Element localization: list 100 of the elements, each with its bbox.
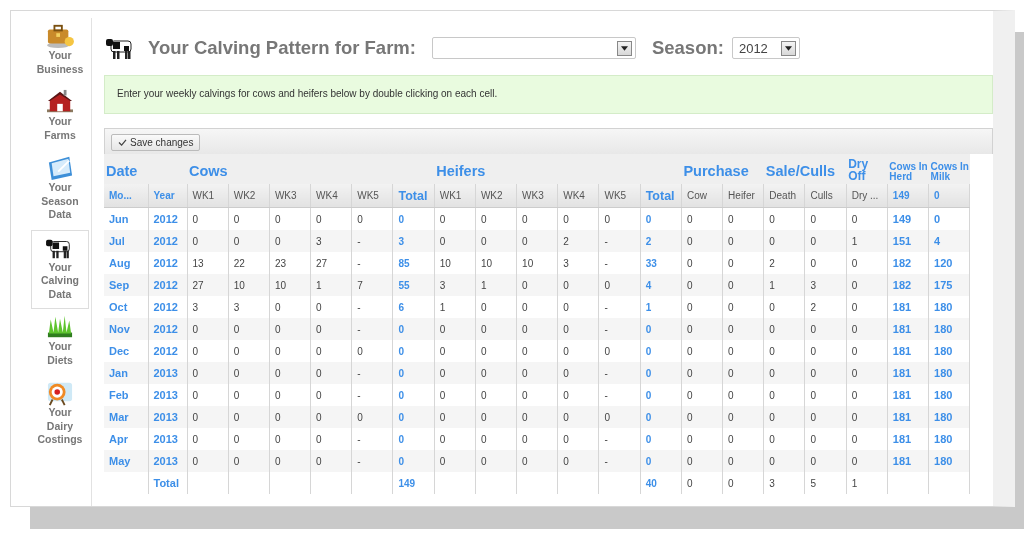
table-cell[interactable]: 1 bbox=[846, 472, 888, 494]
table-cell[interactable]: 0 bbox=[434, 450, 476, 472]
table-cell[interactable]: 0 bbox=[310, 450, 352, 472]
table-cell[interactable]: 0 bbox=[763, 428, 805, 450]
table-cell[interactable]: 0 bbox=[763, 384, 805, 406]
table-cell[interactable]: 0 bbox=[722, 450, 764, 472]
table-cell[interactable]: 0 bbox=[681, 362, 723, 384]
table-cell[interactable]: 0 bbox=[310, 428, 352, 450]
table-cell[interactable]: 0 bbox=[681, 472, 723, 494]
table-cell[interactable]: - bbox=[351, 428, 393, 450]
table-cell[interactable]: 0 bbox=[516, 384, 558, 406]
table-cell[interactable]: 0 bbox=[516, 362, 558, 384]
table-cell[interactable]: 13 bbox=[187, 252, 229, 274]
table-cell[interactable]: 0 bbox=[557, 340, 599, 362]
column-header[interactable]: WK5 bbox=[351, 184, 393, 208]
table-cell[interactable]: 0 bbox=[846, 296, 888, 318]
table-cell[interactable]: 0 bbox=[187, 406, 229, 428]
sidebar-item[interactable]: Your Farms bbox=[31, 84, 89, 150]
table-cell[interactable]: - bbox=[598, 252, 641, 274]
table-cell[interactable]: 0 bbox=[640, 428, 682, 450]
table-cell[interactable]: 0 bbox=[269, 362, 311, 384]
table-cell[interactable]: 0 bbox=[228, 406, 270, 428]
table-cell[interactable]: 0 bbox=[722, 230, 764, 252]
table-cell[interactable]: 0 bbox=[269, 428, 311, 450]
table-cell[interactable]: 0 bbox=[269, 296, 311, 318]
table-cell[interactable]: 0 bbox=[846, 428, 888, 450]
column-header[interactable]: WK3 bbox=[516, 184, 558, 208]
table-cell[interactable]: 0 bbox=[310, 362, 352, 384]
column-header[interactable]: Dry ... bbox=[846, 184, 888, 208]
column-header[interactable]: Culls bbox=[805, 184, 847, 208]
table-cell[interactable]: 0 bbox=[557, 450, 599, 472]
table-cell[interactable]: 0 bbox=[434, 340, 476, 362]
table-cell[interactable]: 27 bbox=[310, 252, 352, 274]
table-cell[interactable]: 0 bbox=[351, 406, 393, 428]
table-cell[interactable]: - bbox=[351, 362, 393, 384]
table-cell[interactable]: 0 bbox=[310, 296, 352, 318]
table-cell[interactable]: 0 bbox=[434, 384, 476, 406]
table-cell[interactable]: 1 bbox=[475, 274, 517, 296]
table-cell[interactable]: 0 bbox=[310, 318, 352, 340]
table-cell[interactable]: 0 bbox=[557, 274, 599, 296]
table-cell[interactable]: 0 bbox=[475, 428, 517, 450]
table-cell[interactable]: 1 bbox=[763, 274, 805, 296]
farm-dropdown[interactable] bbox=[431, 37, 636, 59]
table-cell[interactable]: - bbox=[351, 252, 393, 274]
table-cell[interactable]: 0 bbox=[763, 406, 805, 428]
table-cell[interactable]: - bbox=[598, 230, 641, 252]
table-cell[interactable]: 0 bbox=[516, 406, 558, 428]
table-cell[interactable]: 2 bbox=[763, 252, 805, 274]
table-cell[interactable]: 2 bbox=[557, 230, 599, 252]
table-cell[interactable]: 0 bbox=[763, 230, 805, 252]
table-cell[interactable]: 0 bbox=[434, 406, 476, 428]
column-header[interactable]: WK1 bbox=[434, 184, 476, 208]
table-cell[interactable]: 0 bbox=[681, 340, 723, 362]
table-cell[interactable]: 0 bbox=[516, 428, 558, 450]
sidebar-item[interactable]: Your Diets bbox=[31, 309, 89, 375]
table-cell[interactable]: 10 bbox=[475, 252, 517, 274]
column-header[interactable]: Cow bbox=[681, 184, 723, 208]
table-cell[interactable]: 0 bbox=[681, 274, 723, 296]
table-cell[interactable]: 0 bbox=[557, 428, 599, 450]
table-cell[interactable]: 0 bbox=[269, 450, 311, 472]
table-cell[interactable]: 10 bbox=[269, 274, 311, 296]
table-cell[interactable]: 0 bbox=[187, 318, 229, 340]
table-cell[interactable]: 0 bbox=[557, 384, 599, 406]
table-cell[interactable]: 10 bbox=[434, 252, 476, 274]
table-cell[interactable]: 0 bbox=[681, 450, 723, 472]
table-cell[interactable]: 0 bbox=[475, 450, 517, 472]
table-cell[interactable]: 3 bbox=[763, 472, 805, 494]
table-cell[interactable]: 0 bbox=[805, 428, 847, 450]
table-cell[interactable]: - bbox=[351, 450, 393, 472]
table-cell[interactable]: 0 bbox=[516, 274, 558, 296]
table-cell[interactable]: 0 bbox=[681, 318, 723, 340]
column-header[interactable]: WK1 bbox=[187, 184, 229, 208]
table-cell[interactable]: 0 bbox=[228, 384, 270, 406]
save-button[interactable]: Save changes bbox=[111, 134, 201, 151]
table-cell[interactable]: 0 bbox=[187, 362, 229, 384]
column-header[interactable]: WK4 bbox=[310, 184, 352, 208]
table-cell[interactable]: 0 bbox=[228, 230, 270, 252]
table-cell[interactable]: 0 bbox=[722, 296, 764, 318]
table-cell[interactable]: 23 bbox=[269, 252, 311, 274]
table-cell[interactable]: 0 bbox=[598, 406, 641, 428]
table-cell[interactable]: 10 bbox=[228, 274, 270, 296]
table-cell[interactable]: - bbox=[351, 296, 393, 318]
column-header[interactable]: WK5 bbox=[598, 184, 641, 208]
table-cell[interactable]: 0 bbox=[187, 428, 229, 450]
table-cell[interactable]: 0 bbox=[228, 362, 270, 384]
table-cell[interactable]: 0 bbox=[475, 406, 517, 428]
table-cell[interactable]: 0 bbox=[434, 428, 476, 450]
table-cell[interactable]: 0 bbox=[475, 340, 517, 362]
table-cell[interactable]: 22 bbox=[228, 252, 270, 274]
table-cell[interactable]: 0 bbox=[681, 252, 723, 274]
table-cell[interactable]: 0 bbox=[187, 340, 229, 362]
column-header[interactable]: WK2 bbox=[475, 184, 517, 208]
table-cell[interactable]: 0 bbox=[187, 450, 229, 472]
table-cell[interactable]: 0 bbox=[434, 318, 476, 340]
sidebar-item[interactable]: Your Calving Data bbox=[31, 229, 89, 309]
table-cell[interactable]: 0 bbox=[228, 318, 270, 340]
table-cell[interactable]: 0 bbox=[269, 340, 311, 362]
table-cell[interactable]: 0 bbox=[722, 472, 764, 494]
table-cell[interactable]: 0 bbox=[722, 252, 764, 274]
table-cell[interactable]: 0 bbox=[475, 362, 517, 384]
